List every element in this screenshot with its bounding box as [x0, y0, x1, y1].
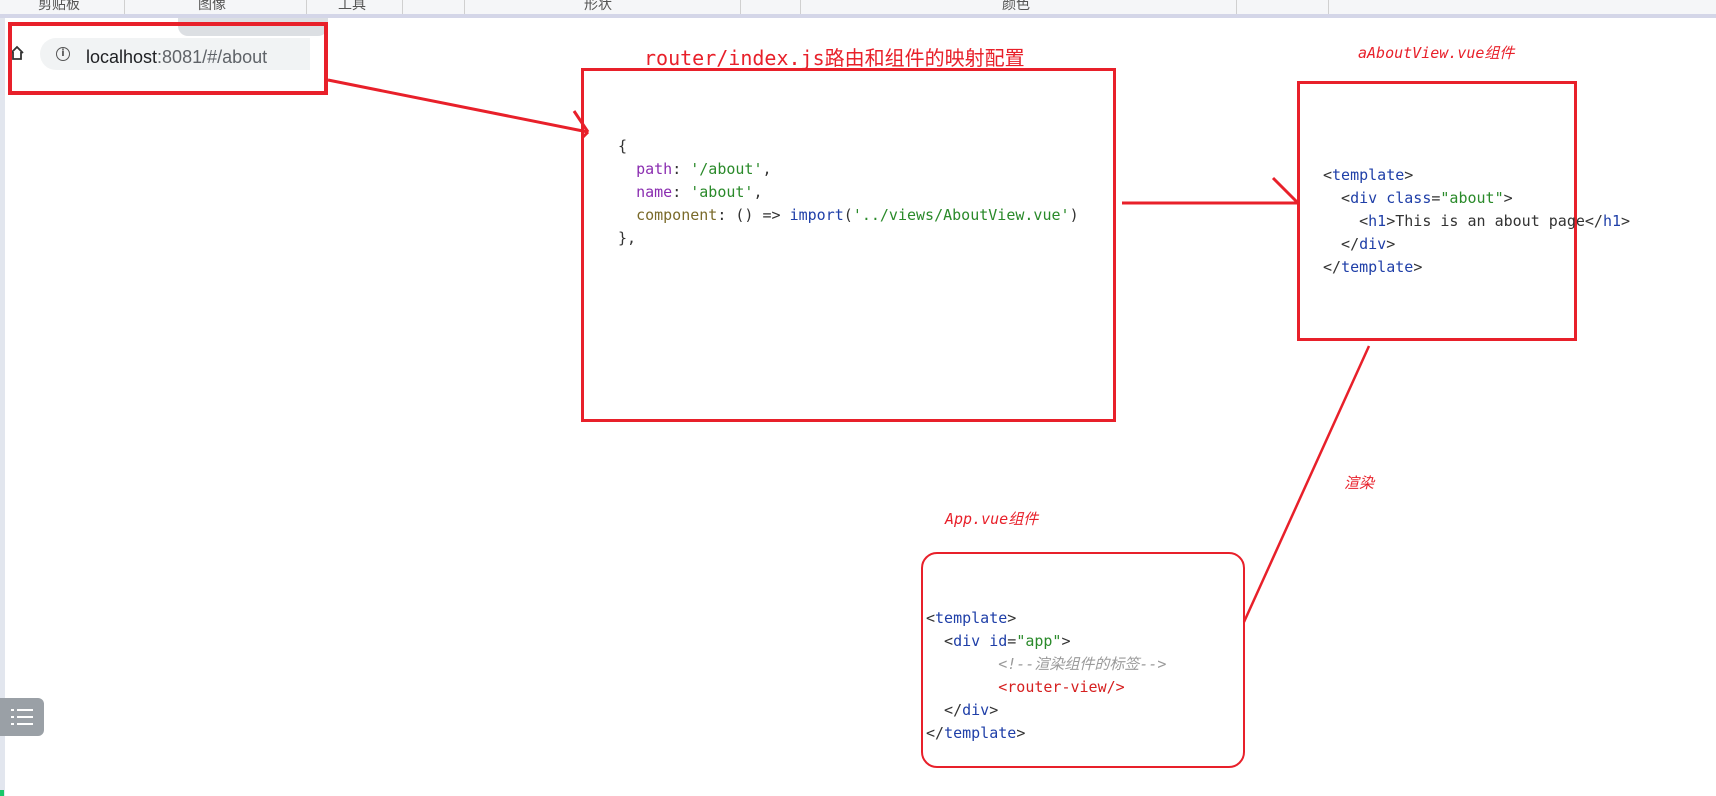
- code-line: </div>: [1323, 235, 1396, 253]
- about-panel-title: aAboutView.vue组件: [1358, 44, 1515, 62]
- code-token: div: [953, 632, 981, 650]
- code-token: "about": [1440, 189, 1504, 207]
- code-line: name: 'about',: [636, 183, 763, 201]
- code-line: <!--渲染组件的标签-->: [926, 653, 1166, 676]
- code-token: path: [636, 160, 673, 178]
- render-label: 渲染: [1344, 474, 1375, 492]
- arrow-url-to-router: [327, 78, 589, 134]
- code-token: h1: [1602, 212, 1622, 230]
- code-token: name: [636, 183, 673, 201]
- code-line: <div id="app">: [926, 632, 1071, 650]
- code-token: class: [1386, 189, 1432, 207]
- code-token: template: [944, 724, 1017, 742]
- code-line: <router-view/>: [926, 676, 1166, 699]
- code-token: '/about': [690, 160, 763, 178]
- router-code-block: { path: '/about', name: 'about', compone…: [618, 112, 1079, 273]
- code-token: id: [989, 632, 1008, 650]
- code-line: <template>: [1323, 166, 1414, 184]
- code-line: <h1>This is an about page</h1>: [1323, 212, 1631, 230]
- code-token: template: [935, 609, 1008, 627]
- code-token: import: [789, 206, 844, 224]
- arrowhead: [1271, 176, 1300, 205]
- code-token: div: [1350, 189, 1378, 207]
- code-line: {: [618, 135, 1079, 158]
- code-line: path: '/about',: [636, 160, 772, 178]
- app-panel-title: App.vue组件: [945, 510, 1039, 528]
- router-panel-title: router/index.js路由和组件的映射配置: [644, 46, 1025, 70]
- code-token: 'about': [690, 183, 754, 201]
- code-token: },: [618, 229, 637, 247]
- code-line: </template>: [926, 724, 1026, 742]
- code-token: template: [1341, 258, 1414, 276]
- code-comment: <!--渲染组件的标签-->: [998, 655, 1167, 673]
- code-line: </template>: [1323, 258, 1423, 276]
- code-line: },: [618, 227, 1079, 250]
- code-token: {: [618, 137, 628, 155]
- app-code-block: <template> <div id="app"> <!--渲染组件的标签-->…: [926, 584, 1166, 768]
- toc-button[interactable]: [0, 698, 44, 736]
- about-code-block: <template> <div class="about"> <h1>This …: [1323, 141, 1630, 302]
- code-line: <div class="about">: [1323, 189, 1513, 207]
- toc-list-icon: [11, 709, 33, 725]
- code-line: <template>: [926, 609, 1017, 627]
- code-token: component: [636, 206, 718, 224]
- code-line: </div>: [926, 701, 999, 719]
- code-token: template: [1332, 166, 1405, 184]
- code-line: component: () => import('../views/AboutV…: [636, 206, 1079, 224]
- code-token: h1: [1368, 212, 1387, 230]
- code-token: <router-view/>: [998, 678, 1125, 696]
- code-token: '../views/AboutView.vue': [852, 206, 1070, 224]
- status-indicator: [0, 790, 4, 796]
- code-token: div: [1359, 235, 1387, 253]
- code-token: "app": [1016, 632, 1062, 650]
- code-token: div: [962, 701, 990, 719]
